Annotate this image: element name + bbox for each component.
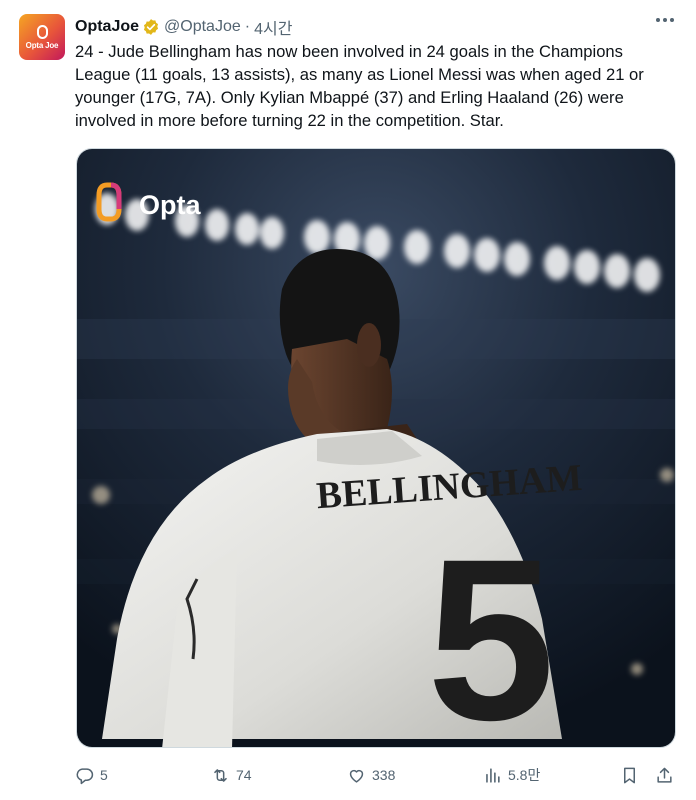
reply-icon [76,767,94,784]
handle[interactable]: @OptaJoe [164,18,241,36]
tweet-header: OptaJoe @OptaJoe · 4시간 [75,16,292,38]
player-photo: Opta BELLINGHAM 5 [77,149,675,748]
retweet-button[interactable]: 74 [211,766,252,785]
retweet-icon [214,768,227,782]
tweet-image[interactable]: Opta BELLINGHAM 5 [76,148,676,748]
retweet-count: 74 [236,767,252,783]
avatar[interactable]: Opta Joe [19,14,65,60]
tweet-text: 24 - Jude Bellingham has now been involv… [75,42,644,130]
more-options-icon[interactable] [656,18,674,22]
opta-logo-icon [36,24,48,39]
share-button[interactable] [655,766,674,785]
verified-badge-icon [143,19,159,35]
reply-button[interactable]: 5 [75,766,108,785]
svg-text:5: 5 [427,511,555,748]
views-button[interactable]: 5.8만 [483,765,540,785]
separator-dot: · [244,18,251,35]
like-count: 338 [372,767,396,783]
views-icon [486,767,500,783]
views-count: 5.8만 [508,767,541,783]
svg-text:Opta: Opta [139,190,201,220]
reply-count: 5 [100,767,108,783]
tweet-actions: 5 74 338 5.8만 [75,762,681,788]
heart-icon [349,769,364,783]
share-icon [657,767,672,783]
display-name[interactable]: OptaJoe [75,18,139,36]
avatar-label: Opta Joe [25,40,59,50]
bookmark-button[interactable] [620,766,639,785]
timestamp[interactable]: 4시간 [254,15,292,39]
bookmark-icon [623,767,636,783]
like-button[interactable]: 338 [347,766,395,785]
